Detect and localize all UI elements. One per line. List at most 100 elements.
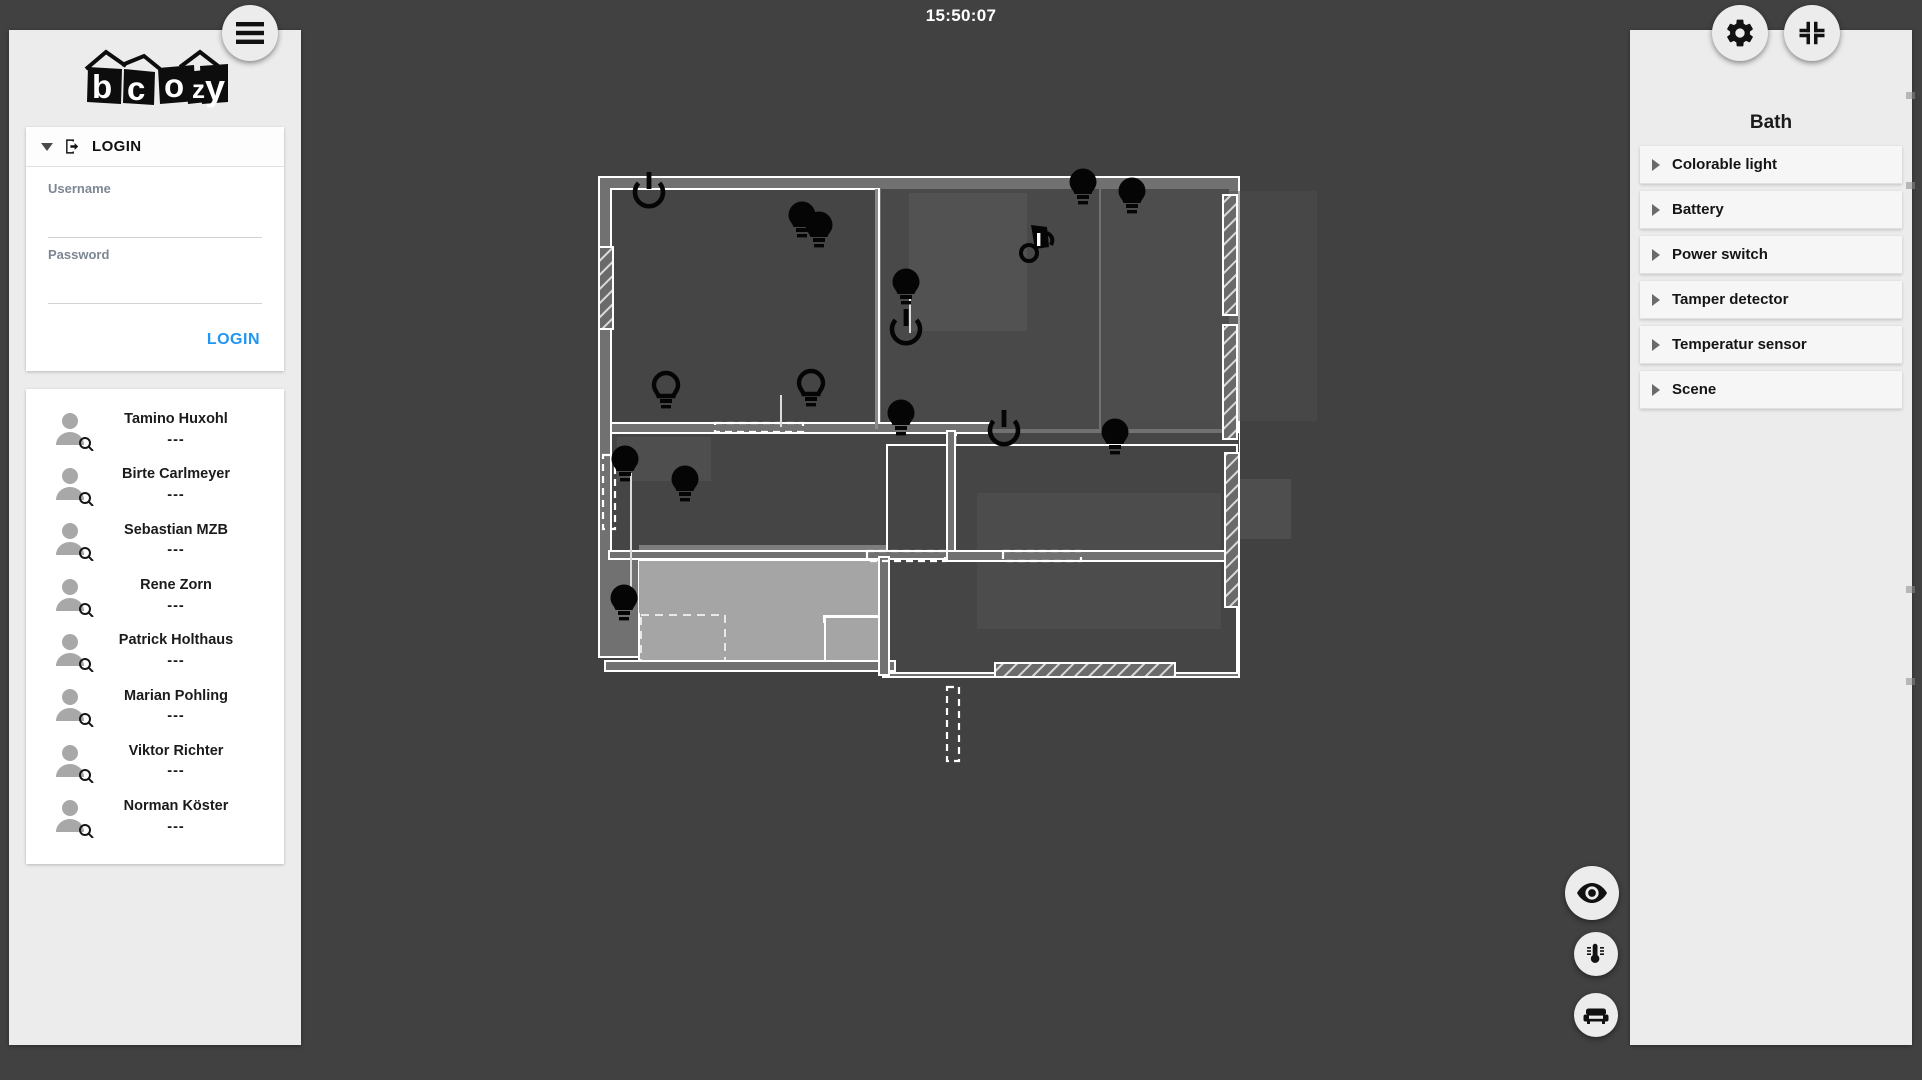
svg-text:c: c [127, 70, 145, 107]
user-status: --- [167, 763, 185, 780]
chevron-right-icon[interactable] [1652, 158, 1660, 171]
svg-text:o: o [164, 67, 184, 104]
settings-button[interactable] [1712, 5, 1768, 61]
user-list-item[interactable]: Viktor Richter --- [26, 735, 284, 790]
bcozy-logo-icon: b c o z y [84, 48, 228, 108]
user-name: Sebastian MZB [124, 521, 228, 538]
left-sidebar: b c o z y LOGIN Username Password LOGIN … [9, 30, 301, 1045]
right-sidebar: Bath Colorable light Battery Power switch T… [1630, 30, 1912, 1045]
edge-overflow-marks [1906, 0, 1920, 1080]
selected-room-title: Bath [1749, 112, 1793, 133]
floorplan-svg[interactable] [595, 165, 1395, 885]
login-submit-button[interactable]: LOGIN [205, 327, 262, 353]
login-arrow-icon [66, 139, 79, 154]
svg-text:z: z [192, 74, 205, 104]
user-list-item[interactable]: Marian Pohling --- [26, 680, 284, 735]
username-label: Username [48, 181, 111, 196]
floorplan-canvas[interactable] [595, 165, 1395, 885]
window-right-3 [1224, 452, 1240, 608]
room-bath-upper [639, 561, 885, 613]
person-search-icon [56, 744, 94, 783]
window-bottom [994, 662, 1176, 678]
gear-icon [1727, 19, 1753, 47]
person-search-icon [56, 689, 94, 728]
user-info: Sebastian MZB --- [96, 521, 270, 562]
password-field-group: Password [48, 247, 262, 304]
login-card-header[interactable]: LOGIN [26, 127, 284, 167]
hamburger-menu-button[interactable] [222, 5, 278, 61]
room-units-toggle-button[interactable] [1574, 993, 1618, 1037]
user-list-item[interactable]: Birte Carlmeyer --- [26, 458, 284, 513]
avatar [54, 521, 96, 562]
user-status: --- [167, 486, 185, 503]
furniture-block-1 [909, 193, 1027, 331]
avatar [54, 577, 96, 617]
device-category-label: Power switch [1672, 246, 1768, 263]
password-label: Password [48, 247, 110, 262]
chevron-right-icon[interactable] [1652, 203, 1660, 216]
device-category-item[interactable]: Battery [1640, 191, 1902, 229]
user-info: Marian Pohling --- [96, 687, 270, 728]
user-info: Viktor Richter --- [96, 742, 270, 783]
device-category-item[interactable]: Scene [1640, 371, 1902, 409]
user-status: --- [167, 431, 185, 448]
user-list-item[interactable]: Norman Köster --- [26, 790, 284, 845]
user-name: Tamino Huxohl [124, 411, 228, 427]
user-info: Patrick Holthaus --- [96, 631, 270, 672]
chevron-down-icon[interactable] [41, 142, 53, 151]
device-category-label: Temperatur sensor [1672, 336, 1807, 353]
avatar [54, 687, 96, 728]
avatar [54, 411, 96, 451]
user-status: --- [167, 652, 185, 669]
furniture-block-2 [1103, 191, 1317, 421]
collapse-fullscreen-button[interactable] [1784, 5, 1840, 61]
device-category-label: Colorable light [1672, 156, 1777, 173]
user-list-item[interactable]: Patrick Holthaus --- [26, 624, 284, 679]
user-info: Birte Carlmeyer --- [96, 465, 270, 506]
person-search-icon [56, 523, 94, 562]
user-name: Viktor Richter [128, 742, 224, 759]
device-category-item[interactable]: Tamper detector [1640, 281, 1902, 319]
window-right-1 [1222, 194, 1238, 316]
username-field-group: Username [48, 181, 262, 238]
chevron-right-icon[interactable] [1652, 248, 1660, 261]
room-top-left[interactable] [610, 188, 880, 430]
person-search-icon [56, 633, 94, 672]
username-input[interactable] [48, 200, 262, 238]
thermometer-icon [1587, 943, 1604, 963]
window-right-2 [1222, 324, 1238, 440]
user-info: Tamino Huxohl --- [96, 410, 270, 451]
user-list: Tamino Huxohl --- Birte Carlmeyer --- Sebast… [26, 389, 284, 864]
avatar [54, 798, 96, 838]
avatar [54, 632, 96, 672]
temperature-toggle-button[interactable] [1574, 932, 1618, 976]
edge-mark [1906, 182, 1915, 189]
login-actions: LOGIN [48, 313, 262, 353]
login-card: LOGIN Username Password LOGIN [26, 127, 284, 371]
device-category-item[interactable]: Colorable light [1640, 146, 1902, 184]
svg-text:y: y [205, 67, 225, 108]
password-input[interactable] [48, 266, 262, 304]
person-search-icon [56, 467, 94, 506]
user-list-item[interactable]: Rene Zorn --- [26, 569, 284, 624]
clock-display: 15:50:07 [925, 6, 997, 25]
person-search-icon [56, 578, 94, 617]
chevron-right-icon[interactable] [1652, 338, 1660, 351]
sofa-icon [1583, 1008, 1609, 1024]
user-list-item[interactable]: Sebastian MZB --- [26, 514, 284, 569]
device-category-label: Tamper detector [1672, 291, 1789, 308]
user-status: --- [167, 597, 185, 614]
device-category-item[interactable]: Temperatur sensor [1640, 326, 1902, 364]
user-list-item[interactable]: Tamino Huxohl --- [26, 403, 284, 458]
user-name: Rene Zorn [140, 576, 212, 593]
user-name: Marian Pohling [124, 687, 228, 704]
device-category-item[interactable]: Power switch [1640, 236, 1902, 274]
visibility-toggle-button[interactable] [1565, 866, 1619, 920]
avatar [54, 466, 96, 506]
svg-text:b: b [92, 68, 112, 105]
chevron-right-icon[interactable] [1652, 383, 1660, 396]
user-name: Birte Carlmeyer [122, 466, 230, 483]
device-category-label: Battery [1672, 201, 1724, 218]
user-info: Norman Köster --- [96, 797, 270, 838]
chevron-right-icon[interactable] [1652, 293, 1660, 306]
